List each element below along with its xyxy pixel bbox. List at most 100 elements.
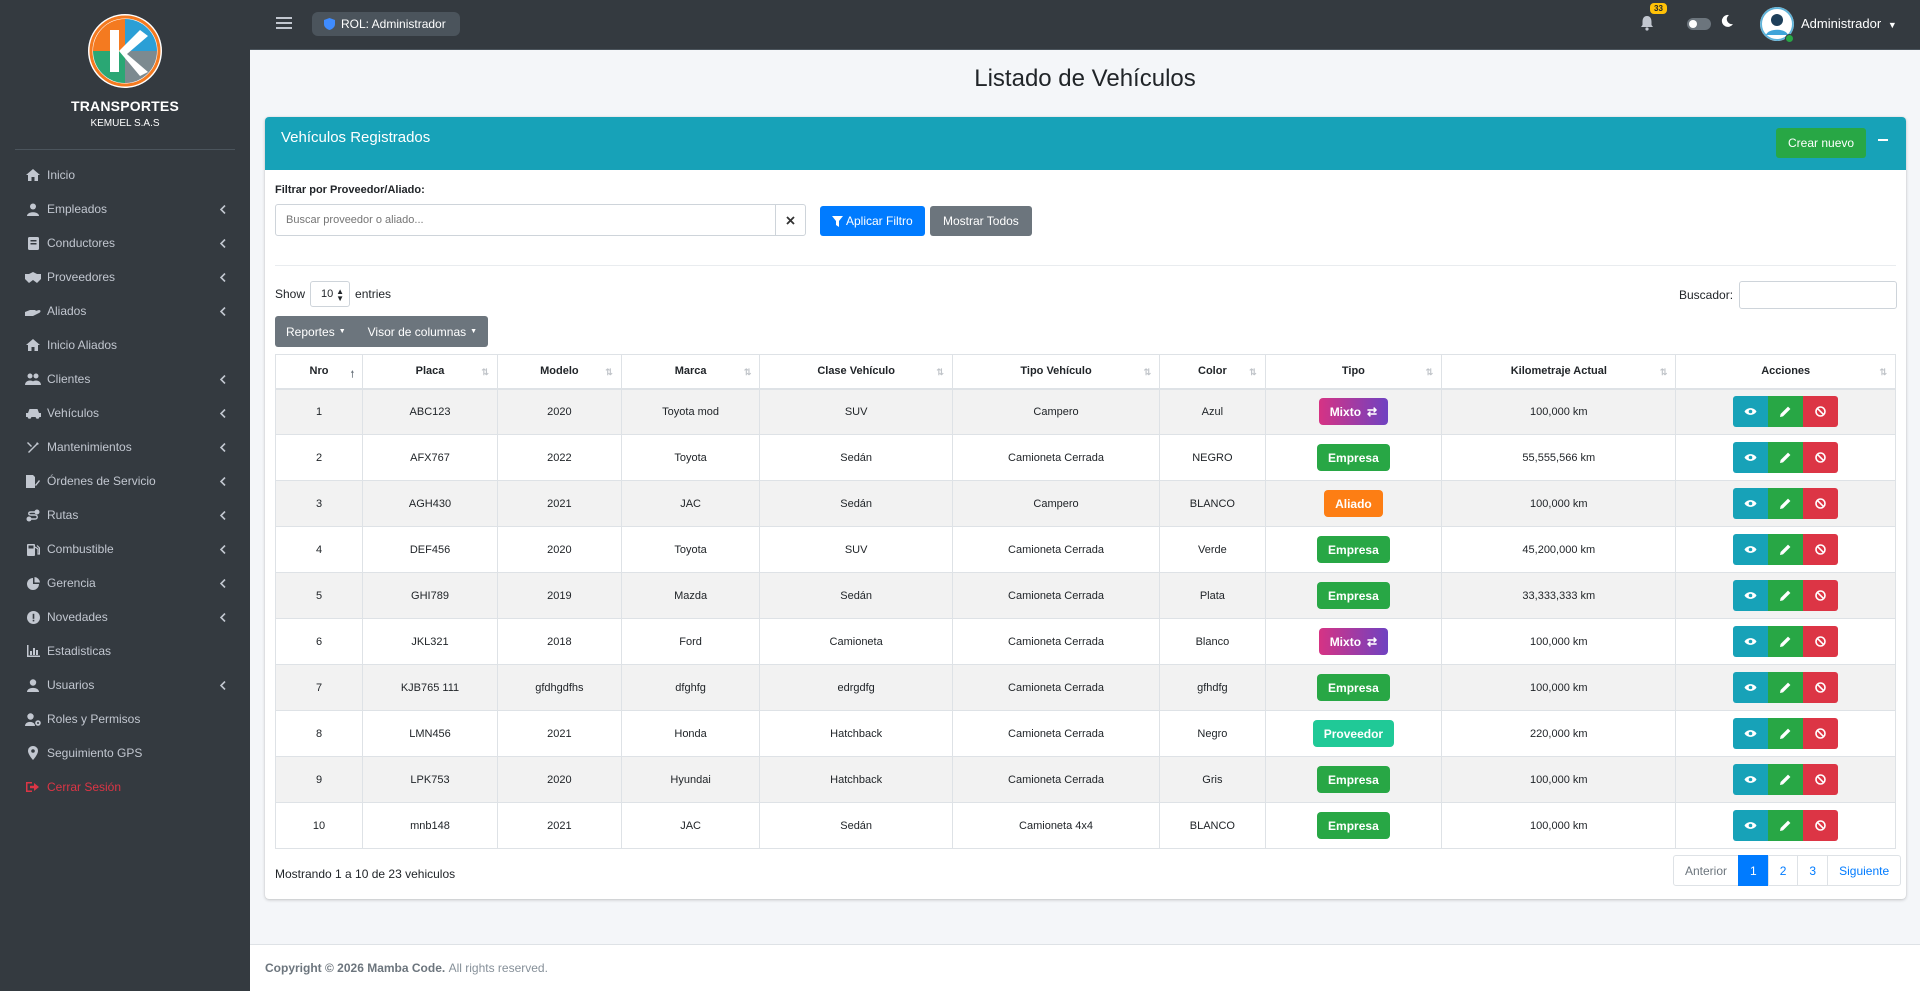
edit-button[interactable] <box>1768 396 1804 428</box>
tipo-badge: Proveedor <box>1312 720 1395 747</box>
column-header[interactable]: Nro 🠑 <box>274 354 364 390</box>
sidebar-item-label: Combustible <box>47 542 114 556</box>
edit-button[interactable] <box>1768 488 1804 519</box>
sidebar-item-label: Conductores <box>47 236 116 250</box>
cell-marca: Mazda <box>620 572 761 619</box>
view-button[interactable] <box>1733 764 1769 795</box>
view-button[interactable] <box>1733 626 1769 657</box>
sidebar-item-empleados[interactable]: Empleados <box>0 192 250 226</box>
disable-button[interactable] <box>1803 672 1839 703</box>
edit-button[interactable] <box>1768 534 1804 565</box>
sidebar-item-novedades[interactable]: Novedades <box>0 600 250 634</box>
sidebar-item-gerencia[interactable]: Gerencia <box>0 566 250 600</box>
sidebar-item-mantenimientos[interactable]: Mantenimientos <box>0 430 250 464</box>
disable-button[interactable] <box>1803 534 1839 565</box>
hamburger-icon[interactable] <box>276 16 292 30</box>
column-header[interactable]: Modelo ⇅ <box>496 354 622 390</box>
column-header[interactable]: Kilometraje Actual ⇅ <box>1441 354 1677 390</box>
cell-actions <box>1675 526 1896 573</box>
column-header[interactable]: Placa ⇅ <box>362 354 498 390</box>
tipo-badge: Empresa <box>1317 536 1390 563</box>
view-button[interactable] <box>1733 534 1769 565</box>
sidebar-item-seguimiento-gps[interactable]: Seguimiento GPS <box>0 736 250 770</box>
view-button[interactable] <box>1733 672 1769 703</box>
apply-filter-button[interactable]: Aplicar Filtro <box>820 206 925 236</box>
sidebar-nav: Inicio Empleados Conductores Proveedores Ali… <box>0 150 250 804</box>
moon-icon[interactable] <box>1720 14 1734 28</box>
edit-button[interactable] <box>1768 718 1804 749</box>
next-page-button[interactable]: Siguiente <box>1827 855 1902 886</box>
edit-button[interactable] <box>1768 810 1804 841</box>
prev-page-button[interactable]: Anterior <box>1673 855 1740 886</box>
view-button[interactable] <box>1733 396 1769 428</box>
column-header[interactable]: Tipo Vehículo ⇅ <box>951 354 1161 390</box>
disable-button[interactable] <box>1803 718 1839 749</box>
sidebar-item-estadisticas[interactable]: Estadisticas <box>0 634 250 668</box>
sidebar-item-inicio[interactable]: Inicio <box>0 158 250 192</box>
sidebar-item-conductores[interactable]: Conductores <box>0 226 250 260</box>
edit-button[interactable] <box>1768 672 1804 703</box>
sidebar-item-usuarios[interactable]: Usuarios <box>0 668 250 702</box>
pencil-icon <box>1780 820 1791 831</box>
sidebar-item-ordenes-de-servicio[interactable]: Órdenes de Servicio <box>0 464 250 498</box>
page-3-button[interactable]: 3 <box>1797 855 1829 886</box>
cell-clase: SUV <box>759 526 953 573</box>
disable-button[interactable] <box>1803 488 1839 519</box>
user-menu[interactable]: Administrador ▼ <box>1801 16 1897 31</box>
clear-filter-button[interactable] <box>775 204 806 236</box>
edit-button[interactable] <box>1768 626 1804 657</box>
edit-button[interactable] <box>1768 442 1804 473</box>
sidebar-item-aliados[interactable]: Aliados <box>0 294 250 328</box>
cell-marca: Toyota <box>620 434 761 481</box>
sidebar-item-inicio-aliados[interactable]: Inicio Aliados <box>0 328 250 362</box>
sidebar-item-logout[interactable]: Cerrar Sesión <box>0 770 250 804</box>
sidebar-item-roles-y-permisos[interactable]: Roles y Permisos <box>0 702 250 736</box>
cell-tipo-vehiculo: Camioneta 4x4 <box>951 802 1161 849</box>
brand-subtitle: KEMUEL S.A.S <box>90 118 160 129</box>
disable-button[interactable] <box>1803 396 1839 428</box>
edit-button[interactable] <box>1768 580 1804 611</box>
view-button[interactable] <box>1733 810 1769 841</box>
sidebar-item-proveedores[interactable]: Proveedores <box>0 260 250 294</box>
brand[interactable]: TRANSPORTES KEMUEL S.A.S <box>15 0 235 150</box>
column-header[interactable]: Tipo ⇅ <box>1264 354 1443 390</box>
view-button[interactable] <box>1733 442 1769 473</box>
cell-color: BLANCO <box>1159 802 1266 849</box>
sidebar-item-clientes[interactable]: Clientes <box>0 362 250 396</box>
disable-button[interactable] <box>1803 764 1839 795</box>
sort-icon: ⇅ <box>743 367 752 377</box>
column-visibility-button[interactable]: Visor de columnas ▼ <box>357 316 488 347</box>
show-all-button[interactable]: Mostrar Todos <box>930 206 1032 236</box>
collapse-minus-icon[interactable] <box>1875 132 1891 148</box>
column-header-label: Kilometraje Actual <box>1510 365 1607 378</box>
sidebar-item-combustible[interactable]: Combustible <box>0 532 250 566</box>
disable-button[interactable] <box>1803 442 1839 473</box>
provider-filter-input[interactable] <box>275 204 776 236</box>
home-icon <box>24 338 42 352</box>
column-header[interactable]: Clase Vehículo ⇅ <box>759 354 953 390</box>
column-header[interactable]: Marca ⇅ <box>620 354 761 390</box>
page-2-button[interactable]: 2 <box>1767 855 1799 886</box>
view-button[interactable] <box>1733 718 1769 749</box>
view-button[interactable] <box>1733 488 1769 519</box>
cell-km: 220,000 km <box>1441 710 1677 757</box>
topbar: ROL: Administrador 33 Administrador ▼ <box>250 0 1920 50</box>
column-header[interactable]: Color ⇅ <box>1159 354 1266 390</box>
sidebar-item-vehiculos[interactable]: Vehículos <box>0 396 250 430</box>
bell-icon[interactable] <box>1638 14 1656 32</box>
theme-toggle[interactable] <box>1687 18 1711 30</box>
page-1-button[interactable]: 1 <box>1738 855 1769 886</box>
sidebar-item-rutas[interactable]: Rutas <box>0 498 250 532</box>
table-search-input[interactable] <box>1739 281 1898 309</box>
disable-button[interactable] <box>1803 626 1839 657</box>
tipo-badge: Empresa <box>1317 674 1390 701</box>
edit-button[interactable] <box>1768 764 1804 795</box>
disable-button[interactable] <box>1803 810 1839 841</box>
column-header[interactable]: Acciones ⇅ <box>1675 354 1896 390</box>
disable-button[interactable] <box>1803 580 1839 611</box>
reports-dropdown-button[interactable]: Reportes ▼ <box>275 316 357 347</box>
column-header-label: Acciones <box>1761 365 1811 378</box>
view-button[interactable] <box>1733 580 1769 611</box>
entries-select[interactable]: 10 ▲ ▼ <box>310 281 351 307</box>
create-new-button[interactable]: Crear nuevo <box>1776 128 1867 158</box>
